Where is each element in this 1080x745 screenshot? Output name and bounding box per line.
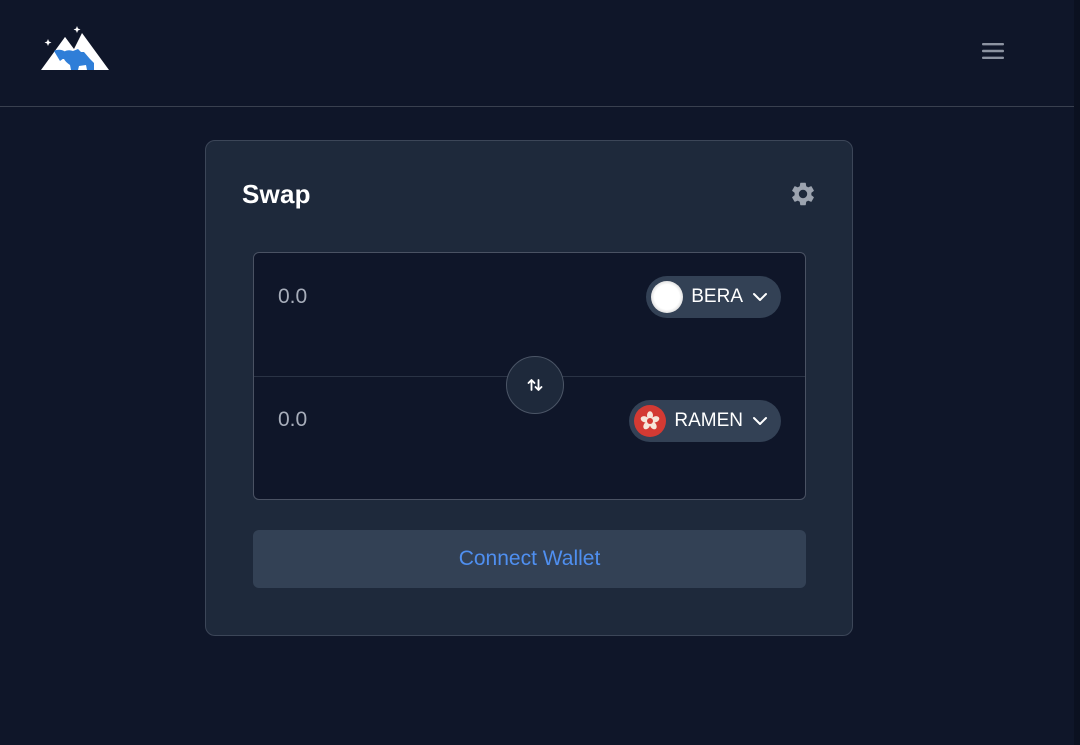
mountain-bear-logo-icon[interactable] (40, 25, 110, 73)
ramen-token-icon (634, 405, 667, 437)
bera-token-icon (651, 281, 684, 313)
flip-tokens-button[interactable] (506, 356, 564, 414)
from-amount-input[interactable] (278, 282, 478, 312)
hamburger-menu-icon[interactable] (978, 36, 1008, 66)
from-token-label: BERA (691, 286, 743, 307)
swap-title: Swap (242, 179, 311, 209)
to-amount-input[interactable] (278, 405, 478, 435)
connect-wallet-button[interactable]: Connect Wallet (253, 530, 806, 588)
swap-arrows-icon (527, 379, 543, 391)
page-scrollbar[interactable] (1074, 0, 1080, 745)
gear-icon (792, 182, 814, 206)
chevron-down-icon (753, 293, 767, 301)
from-token-selector[interactable]: BERA (646, 276, 781, 318)
to-token-selector[interactable]: RAMEN (629, 400, 781, 442)
chevron-down-icon (753, 417, 767, 425)
swap-input-box: BERA (253, 252, 806, 500)
swap-card: Swap BERA (205, 140, 853, 636)
settings-button[interactable] (789, 180, 817, 208)
to-token-label: RAMEN (674, 410, 743, 431)
top-header (0, 0, 1074, 107)
